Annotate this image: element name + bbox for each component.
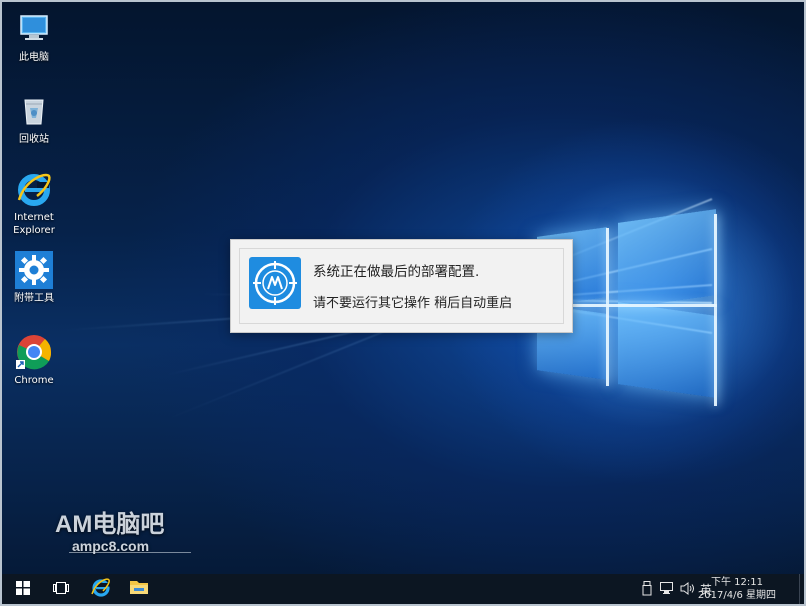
recycle-bin-icon [15,92,53,130]
logo-panel [618,302,716,398]
chrome-icon [15,333,53,371]
desktop-icon-label: 此电脑 [19,52,49,63]
desktop-icon-label: 回收站 [19,134,49,145]
clock-date: 2017/4/6 星期四 [697,590,776,601]
desktop-icon-label: 附带工具 [14,293,54,304]
task-view-icon [53,580,69,599]
desktop-icon-tools[interactable]: 附带工具 [0,251,68,305]
task-view-button[interactable] [42,574,80,604]
deploy-logo-icon [249,257,301,309]
tools-gear-icon [15,251,53,289]
watermark: AM电脑吧 ampc8.com [55,504,195,554]
clock-time: 下午 12:11 [710,577,763,588]
taskbar-clock[interactable]: 下午 12:11 2017/4/6 星期四 [698,576,776,602]
taskbar-file-explorer-button[interactable] [120,574,158,604]
taskbar-ie-button[interactable] [82,574,120,604]
desktop-icon-this-pc[interactable]: 此电脑 [0,10,68,64]
desktop-icon-internet-explorer[interactable]: Internet Explorer [0,170,68,237]
dialog-message-detail: 请不要运行其它操作 稍后自动重启 [313,296,513,311]
desktop-icon-label: Chrome [14,375,54,386]
start-button[interactable] [4,574,42,604]
logo-panel [618,209,716,309]
logo-edge [714,214,717,406]
volume-icon[interactable] [680,582,696,598]
usb-device-icon[interactable] [642,581,652,599]
internet-explorer-icon [15,170,53,208]
watermark-brand: AM电脑吧 [55,511,165,538]
this-pc-icon [15,10,53,48]
desktop-icon-chrome[interactable]: Chrome [0,333,68,387]
show-desktop-button[interactable] [799,574,804,604]
watermark-underline [69,552,191,553]
file-explorer-icon [129,578,149,600]
taskbar: 英 下午 12:11 2017/4/6 星期四 [2,574,804,604]
logo-edge [606,228,609,386]
dialog-message-title: 系统正在做最后的部署配置. [313,264,480,280]
internet-explorer-icon [91,577,111,601]
network-icon[interactable] [660,582,676,598]
desktop-icon-recycle-bin[interactable]: 回收站 [0,92,68,146]
start-windows-icon [16,580,30,599]
deploy-dialog: 系统正在做最后的部署配置. 请不要运行其它操作 稍后自动重启 [230,239,573,333]
desktop-icon-label: Internet Explorer [13,212,55,236]
